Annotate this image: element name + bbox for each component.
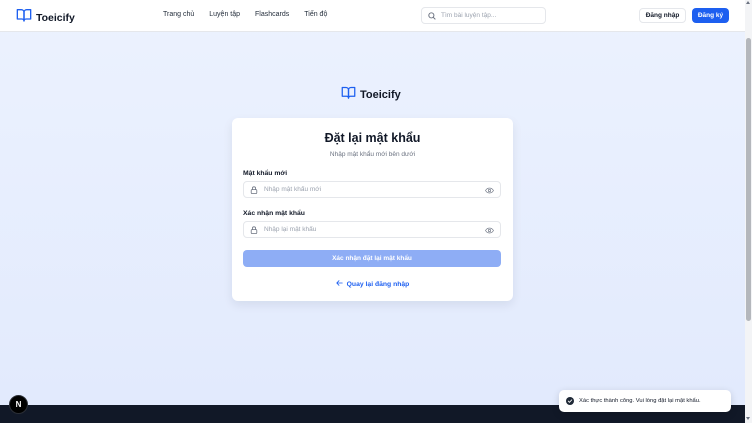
brand-name: Toeicify	[360, 89, 401, 101]
confirm-password-label: Xác nhận mật khẩu	[243, 210, 305, 217]
scrollbar[interactable]	[745, 0, 752, 423]
search-input[interactable]	[441, 12, 541, 19]
scroll-up-arrow-icon[interactable]	[746, 1, 750, 4]
nav-item-progress[interactable]: Tiến độ	[304, 11, 327, 18]
toast-notification: Xác thực thành công. Vui lòng đặt lại mậ…	[559, 390, 731, 412]
new-password-field-wrapper	[243, 181, 501, 198]
lock-icon	[250, 221, 264, 239]
nav-item-practice[interactable]: Luyện tập	[209, 11, 240, 18]
page-subtitle: Nhập mật khẩu mới bên dưới	[329, 151, 416, 158]
confirm-password-field-wrapper	[243, 221, 501, 238]
reset-password-card: Đặt lại mật khẩu Nhập mật khẩu mới bên d…	[232, 118, 513, 301]
toast-message: Xác thực thành công. Vui lòng đặt lại mậ…	[579, 398, 701, 404]
scrollbar-thumb[interactable]	[746, 38, 751, 321]
submit-reset-button[interactable]: Xác nhận đặt lại mật khẩu	[243, 250, 501, 267]
search-icon	[428, 7, 436, 25]
book-open-icon	[341, 86, 356, 104]
eye-icon[interactable]	[485, 221, 494, 239]
new-password-label: Mật khẩu mới	[243, 170, 288, 177]
confirm-password-input[interactable]	[264, 226, 485, 233]
login-button[interactable]: Đăng nhập	[639, 8, 686, 23]
nav-item-home[interactable]: Trang chủ	[163, 11, 194, 18]
nav-item-flashcards[interactable]: Flashcards	[255, 11, 289, 18]
back-to-login-label: Quay lại đăng nhập	[346, 280, 410, 288]
scroll-down-arrow-icon[interactable]	[746, 417, 750, 420]
search-box	[421, 7, 546, 24]
check-circle-icon	[566, 392, 574, 410]
center-brand: Toeicify	[341, 86, 401, 104]
register-button[interactable]: Đăng ký	[692, 8, 729, 23]
dev-tools-badge[interactable]: N	[9, 395, 28, 414]
eye-icon[interactable]	[485, 181, 494, 199]
book-open-icon	[16, 8, 32, 27]
page-title: Đặt lại mật khẩu	[324, 131, 421, 145]
arrow-left-icon	[335, 280, 343, 288]
lock-icon	[250, 181, 264, 199]
main-nav: Trang chủ Luyện tập Flashcards Tiến độ	[163, 11, 327, 18]
top-navbar: Toeicify Trang chủ Luyện tập Flashcards …	[0, 0, 745, 32]
new-password-input[interactable]	[264, 186, 485, 193]
logo[interactable]: Toeicify	[16, 8, 75, 27]
back-to-login-link[interactable]: Quay lại đăng nhập	[232, 280, 513, 288]
logo-text: Toeicify	[36, 11, 75, 24]
